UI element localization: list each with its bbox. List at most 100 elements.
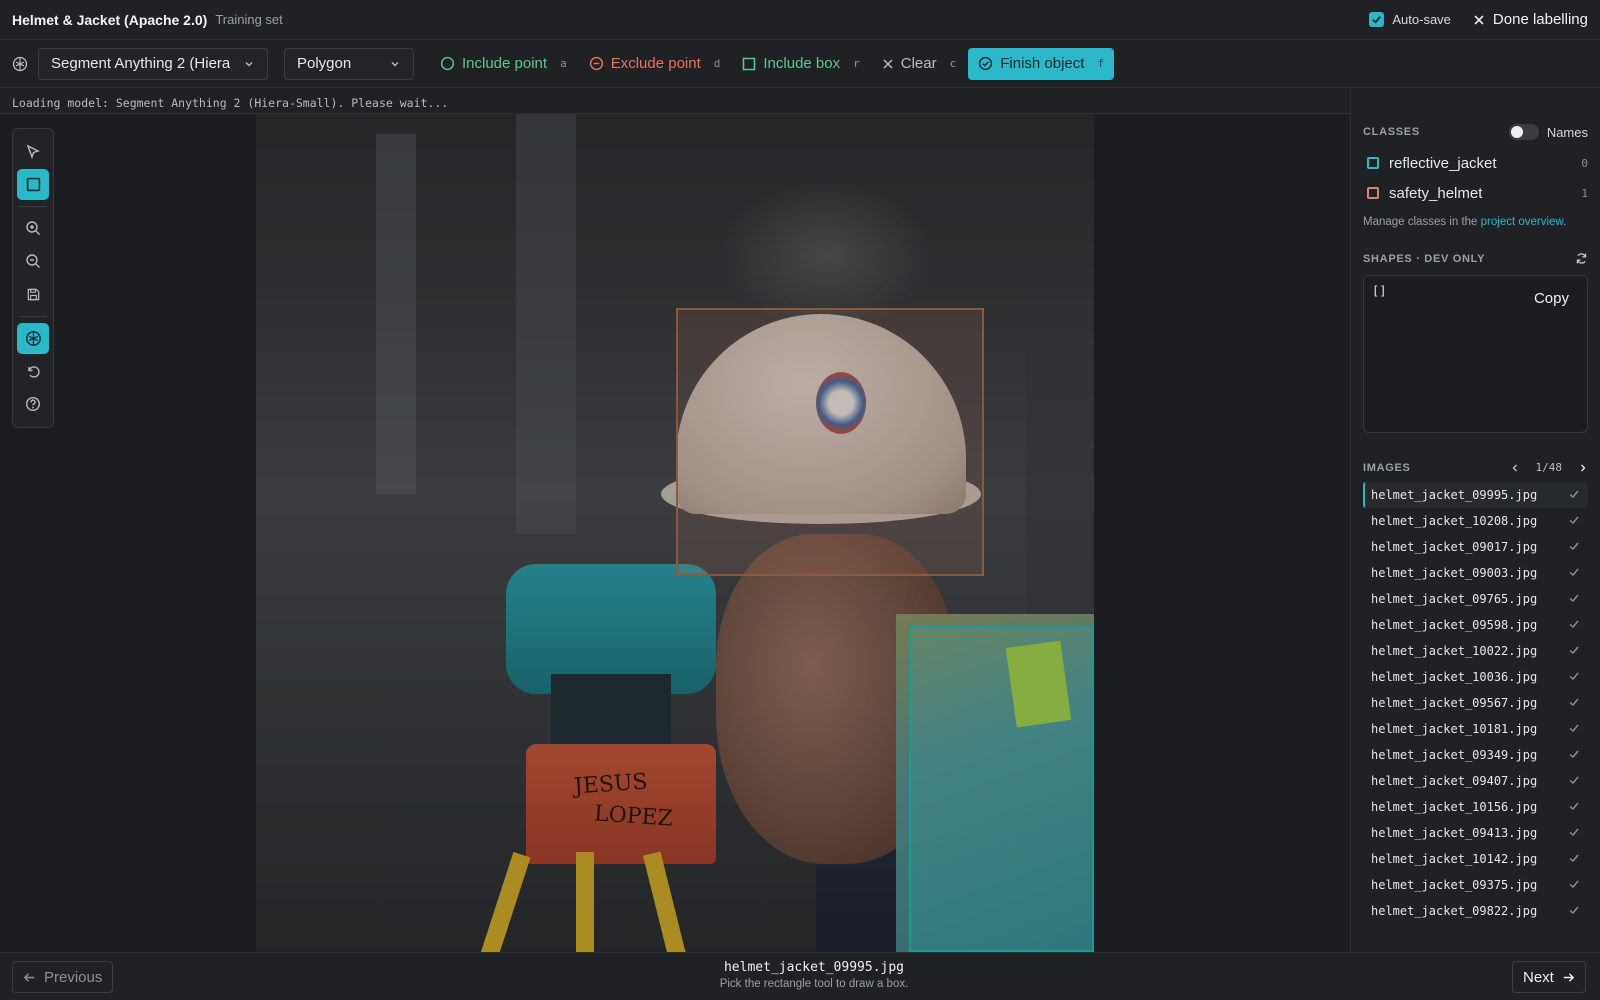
image-list-item[interactable]: helmet_jacket_09003.jpg [1363, 560, 1588, 586]
dataset-subset: Training set [215, 12, 283, 27]
check-icon [1568, 722, 1580, 737]
image-list-item[interactable]: helmet_jacket_09017.jpg [1363, 534, 1588, 560]
shortcut-key: c [949, 57, 957, 70]
image-list-item[interactable]: helmet_jacket_09822.jpg [1363, 898, 1588, 924]
toggle-switch[interactable] [1508, 124, 1539, 140]
check-icon [1568, 566, 1580, 581]
image-list-item[interactable]: helmet_jacket_09598.jpg [1363, 612, 1588, 638]
image-list-item[interactable]: helmet_jacket_09375.jpg [1363, 872, 1588, 898]
shortcut-key: r [853, 57, 860, 70]
zoom-in-button[interactable] [17, 213, 49, 244]
image-filename: helmet_jacket_09017.jpg [1371, 540, 1538, 554]
check-icon [1568, 852, 1580, 867]
image-list-item[interactable]: helmet_jacket_09349.jpg [1363, 742, 1588, 768]
check-icon [1568, 696, 1580, 711]
autosave-checkbox[interactable]: Auto-save [1369, 12, 1451, 27]
save-button[interactable] [17, 279, 49, 310]
images-header: IMAGES 1/48 [1363, 461, 1588, 474]
copy-button[interactable]: Copy [1534, 290, 1569, 307]
image-filename: helmet_jacket_10142.jpg [1371, 852, 1538, 866]
image-list-item[interactable]: helmet_jacket_10022.jpg [1363, 638, 1588, 664]
arrow-right-icon [1563, 972, 1574, 982]
image-filename: helmet_jacket_09407.jpg [1371, 774, 1538, 788]
image-filename: helmet_jacket_10208.jpg [1371, 514, 1538, 528]
zoom-out-icon [26, 254, 40, 269]
shapes-json-box[interactable]: [] Copy [1363, 275, 1588, 433]
image-list-item[interactable]: helmet_jacket_10036.jpg [1363, 664, 1588, 690]
names-toggle[interactable]: Names [1508, 124, 1588, 140]
exclude-point-button[interactable]: Exclude point d [589, 55, 721, 72]
chevron-right-icon[interactable] [1578, 463, 1588, 473]
image-list-item[interactable]: helmet_jacket_10142.jpg [1363, 846, 1588, 872]
image-list-item[interactable]: helmet_jacket_09567.jpg [1363, 690, 1588, 716]
help-icon [25, 397, 41, 412]
include-box-button[interactable]: Include box r [742, 55, 860, 72]
include-box-label: Include box [763, 55, 841, 72]
ai-model-tool-button[interactable] [17, 322, 49, 354]
model-select[interactable]: Segment Anything 2 (Hiera [38, 47, 268, 80]
project-overview-link[interactable]: project overview [1481, 216, 1563, 228]
footer-bar: Previous helmet_jacket_09995.jpg Pick th… [0, 952, 1600, 1000]
image-list-item[interactable]: helmet_jacket_09407.jpg [1363, 768, 1588, 794]
image-filename: helmet_jacket_09598.jpg [1371, 618, 1538, 632]
chevron-down-icon [391, 61, 399, 66]
check-icon [1568, 488, 1580, 503]
image-list-item[interactable]: helmet_jacket_09765.jpg [1363, 586, 1588, 612]
undo-icon [28, 366, 40, 379]
clear-button[interactable]: Clear c [882, 55, 956, 72]
zoom-out-button[interactable] [17, 246, 49, 277]
done-labelling-button[interactable]: Done labelling [1473, 11, 1588, 28]
image-list-item[interactable]: helmet_jacket_09995.jpg [1363, 482, 1588, 508]
class-item-reflective-jacket[interactable]: reflective_jacket 0 [1363, 148, 1588, 178]
image-list-item[interactable]: helmet_jacket_10208.jpg [1363, 508, 1588, 534]
rectangle-tool-button[interactable] [17, 169, 49, 200]
refresh-icon[interactable] [1575, 252, 1588, 265]
clear-label: Clear [900, 55, 937, 72]
manage-classes-note: Manage classes in the project overview. [1363, 216, 1567, 228]
shapes-header: SHAPES · DEV ONLY [1363, 252, 1588, 265]
canvas-tool-strip [12, 128, 54, 428]
shortcut-key: d [713, 57, 721, 70]
previous-label: Previous [44, 968, 103, 986]
image-filename: helmet_jacket_09003.jpg [1371, 566, 1538, 580]
current-filename: helmet_jacket_09995.jpg [723, 960, 904, 975]
image-filename: helmet_jacket_10156.jpg [1371, 800, 1538, 814]
include-point-button[interactable]: Include point a [440, 55, 567, 72]
image-list-item[interactable]: helmet_jacket_09413.jpg [1363, 820, 1588, 846]
image-counter: 1/48 [1535, 461, 1563, 474]
image-list-item[interactable]: helmet_jacket_10156.jpg [1363, 794, 1588, 820]
checkbox-checked-icon [1369, 12, 1385, 27]
undo-button[interactable] [17, 356, 49, 387]
annotation-toolbar: Segment Anything 2 (Hiera Polygon Includ… [0, 40, 1600, 88]
chevron-left-icon[interactable] [1510, 463, 1520, 473]
bbox-reflective-jacket[interactable] [909, 626, 1094, 952]
image-being-labelled[interactable]: JESUS LOPEZ [256, 114, 1094, 952]
save-icon [27, 288, 39, 301]
select-tool-button[interactable] [17, 136, 49, 167]
images-heading: IMAGES [1363, 461, 1411, 474]
previous-button[interactable]: Previous [12, 961, 114, 993]
image-filename: helmet_jacket_09995.jpg [1371, 488, 1538, 502]
image-list-item[interactable]: helmet_jacket_10181.jpg [1363, 716, 1588, 742]
finish-object-button[interactable]: Finish object f [968, 47, 1115, 80]
minus-circle-icon [589, 56, 603, 71]
check-icon [1568, 618, 1580, 633]
image-filename: helmet_jacket_09567.jpg [1371, 696, 1538, 710]
arrow-left-icon [23, 972, 35, 982]
next-button[interactable]: Next [1512, 961, 1586, 993]
sidebar-panel: CLASSES Names reflective_jacket 0 safety… [1350, 88, 1600, 952]
class-item-safety-helmet[interactable]: safety_helmet 1 [1363, 178, 1588, 208]
zoom-in-icon [26, 221, 40, 236]
classes-header: CLASSES Names [1363, 124, 1588, 140]
shape-type-select[interactable]: Polygon [284, 47, 414, 80]
image-filename: helmet_jacket_10036.jpg [1371, 670, 1538, 684]
exclude-point-label: Exclude point [610, 55, 701, 72]
finish-object-label: Finish object [1000, 55, 1085, 72]
help-button[interactable] [17, 389, 49, 420]
done-labelling-label: Done labelling [1492, 11, 1588, 28]
image-filename: helmet_jacket_09375.jpg [1371, 878, 1538, 892]
class-list: reflective_jacket 0 safety_helmet 1 [1363, 148, 1588, 208]
annotation-canvas[interactable]: JESUS LOPEZ [0, 114, 1350, 952]
model-select-value: Segment Anything 2 (Hiera [51, 55, 231, 72]
bbox-safety-helmet[interactable] [676, 308, 984, 576]
